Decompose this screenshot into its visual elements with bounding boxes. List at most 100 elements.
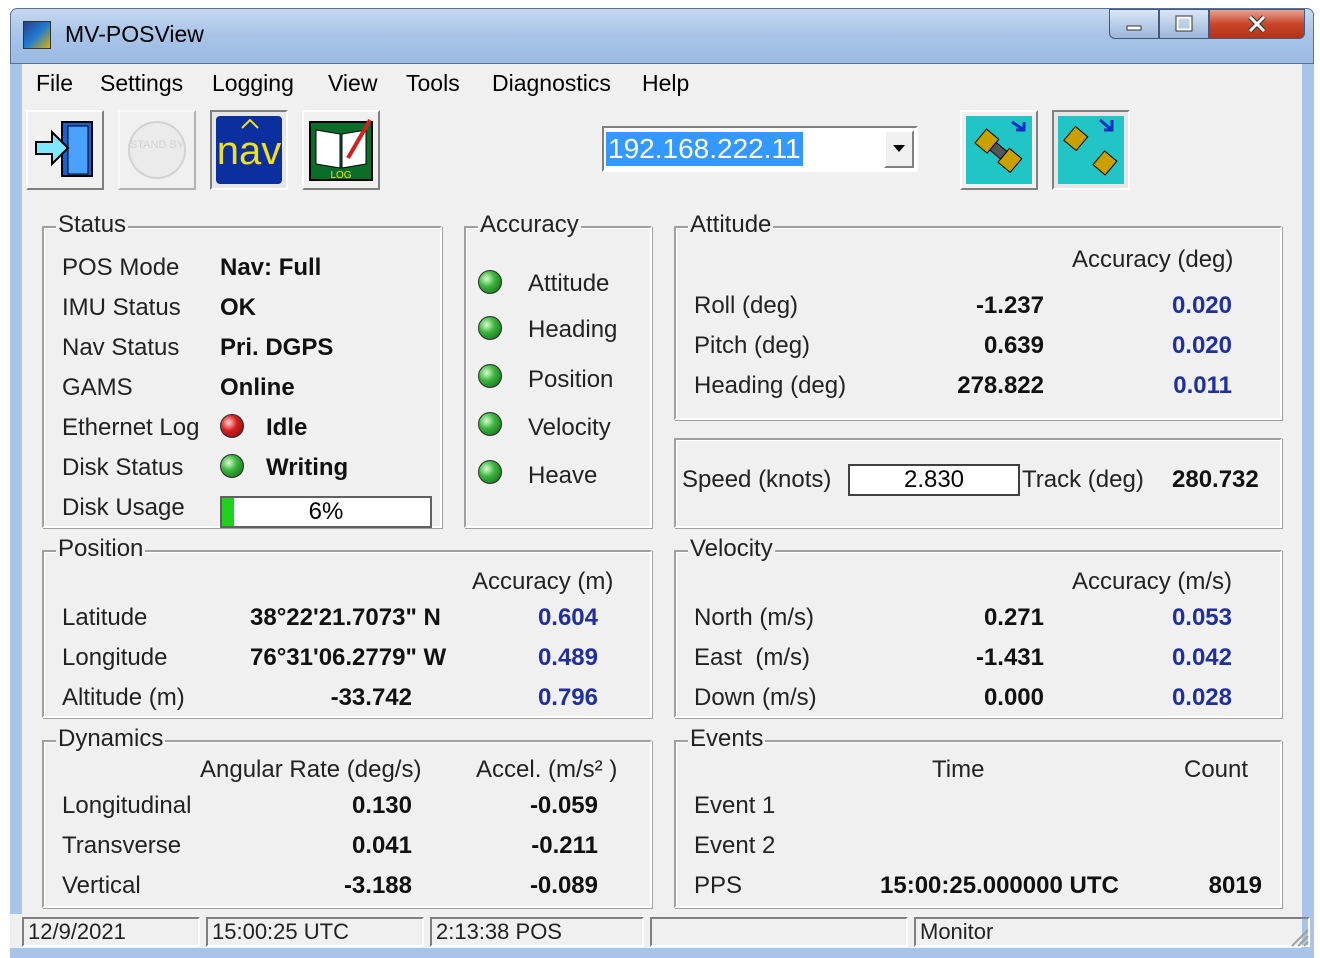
transverse-accel: -0.211 <box>531 832 598 859</box>
north-label: North (m/s) <box>694 604 814 631</box>
longitude-value: 76°31'06.2779" W <box>250 644 447 671</box>
attitude-accuracy-header: Accuracy (deg) <box>1072 246 1234 273</box>
nav-icon: nav <box>216 116 282 184</box>
heading-value: 278.822 <box>957 372 1044 399</box>
pps-count: 8019 <box>1208 872 1262 899</box>
menu-tools[interactable]: Tools <box>406 70 460 97</box>
imu-status-label: IMU Status <box>62 294 181 321</box>
log-label: LOG <box>330 170 351 181</box>
accuracy-title: Accuracy <box>478 211 581 239</box>
east-accuracy: 0.042 <box>1171 644 1232 671</box>
accuracy-position-label: Position <box>528 366 614 393</box>
gams-label: GAMS <box>62 374 133 401</box>
roll-label: Roll (deg) <box>694 292 799 319</box>
longitude-label: Longitude <box>62 644 168 671</box>
close-icon <box>1248 15 1266 33</box>
velocity-title: Velocity <box>688 535 775 563</box>
status-bar: 12/9/2021 15:00:25 UTC 2:13:38 POS Monit… <box>10 914 1310 948</box>
minimize-icon <box>1126 25 1142 31</box>
position-accuracy-header: Accuracy (m) <box>472 568 614 595</box>
event2-label: Event 2 <box>694 832 776 859</box>
speed-value: 2.830 <box>848 464 1020 496</box>
close-button[interactable] <box>1209 9 1305 39</box>
title-bar[interactable]: MV-POSView <box>10 8 1314 64</box>
down-accuracy: 0.028 <box>1171 684 1232 711</box>
dropdown-button[interactable] <box>884 130 914 168</box>
position-title: Position <box>56 535 146 563</box>
longitudinal-rate: 0.130 <box>351 792 412 819</box>
window-frame: File Settings Logging View Tools Diagnos… <box>10 64 1314 958</box>
menu-file[interactable]: File <box>36 70 73 97</box>
ip-address-combo[interactable]: 192.168.222.11 <box>602 126 918 172</box>
longitude-accuracy: 0.489 <box>537 644 598 671</box>
nav-status-value: Pri. DGPS <box>220 334 334 361</box>
accel-header: Accel. (m/s² ) <box>476 756 618 783</box>
vertical-label: Vertical <box>62 872 141 899</box>
exit-button[interactable] <box>26 110 104 190</box>
ethernet-log-value: Idle <box>266 414 308 441</box>
standby-icon: STAND BY <box>128 121 186 179</box>
ethernet-log-label: Ethernet Log <box>62 414 200 441</box>
pos-mode-label: POS Mode <box>62 254 180 281</box>
pitch-label: Pitch (deg) <box>694 332 811 359</box>
disk-status-led-icon <box>220 454 244 478</box>
menu-view[interactable]: View <box>328 70 377 97</box>
menu-help[interactable]: Help <box>642 70 689 97</box>
vertical-rate: -3.188 <box>343 872 412 899</box>
app-window: MV-POSView File Settings Logging View To… <box>10 8 1314 958</box>
pps-time: 15:00:25.000000 UTC <box>880 872 1119 899</box>
heading-label: Heading (deg) <box>694 372 847 399</box>
maximize-button[interactable] <box>1159 9 1209 39</box>
log-button[interactable]: LOG <box>302 110 380 190</box>
menu-logging[interactable]: Logging <box>212 70 294 97</box>
east-label: East (m/s) <box>694 644 811 671</box>
menu-bar: File Settings Logging View Tools Diagnos… <box>22 64 1302 102</box>
events-count-header: Count <box>1184 756 1249 783</box>
menu-settings[interactable]: Settings <box>100 70 183 97</box>
pos-mode-value: Nav: Full <box>220 254 322 281</box>
attitude-led-icon <box>478 270 502 294</box>
events-time-header: Time <box>932 756 985 783</box>
status-pos-time: 2:13:38 POS <box>430 917 644 947</box>
nav-button[interactable]: nav <box>210 110 288 190</box>
down-label: Down (m/s) <box>694 684 817 711</box>
accuracy-heading-label: Heading <box>528 316 618 343</box>
angular-rate-header: Angular Rate (deg/s) <box>200 756 422 783</box>
accuracy-heave-label: Heave <box>528 462 598 489</box>
north-value: 0.271 <box>983 604 1044 631</box>
window-title: MV-POSView <box>65 21 204 47</box>
connect-icon <box>966 116 1032 184</box>
altitude-value: -33.742 <box>330 684 412 711</box>
velocity-group: Velocity Accuracy (m/s) North (m/s) 0.27… <box>674 535 1282 718</box>
standby-button[interactable]: STAND BY <box>118 110 196 190</box>
event1-label: Event 1 <box>694 792 776 819</box>
ip-address-value[interactable]: 192.168.222.11 <box>606 132 803 166</box>
latitude-accuracy: 0.604 <box>537 604 598 631</box>
velocity-accuracy-header: Accuracy (m/s) <box>1072 568 1233 595</box>
latitude-value: 38°22'21.7073" N <box>250 604 441 631</box>
menu-diagnostics[interactable]: Diagnostics <box>492 70 611 97</box>
pitch-accuracy: 0.020 <box>1171 332 1232 359</box>
speed-group: Speed (knots) 2.830 Track (deg) 280.732 <box>674 438 1282 528</box>
standby-label: STAND BY <box>130 139 185 151</box>
vertical-accel: -0.089 <box>529 872 598 899</box>
minimize-button[interactable] <box>1109 9 1159 39</box>
disk-usage-text: 6% <box>308 498 344 525</box>
status-empty-panel <box>650 917 908 947</box>
status-mode: Monitor <box>914 917 1310 947</box>
resize-grip-icon[interactable] <box>1288 926 1310 948</box>
status-group: Status POS Mode Nav: Full IMU Status OK … <box>42 211 442 528</box>
status-date: 12/9/2021 <box>22 917 200 947</box>
events-title: Events <box>688 725 766 753</box>
log-icon: LOG <box>309 118 373 181</box>
position-led-icon <box>478 364 502 388</box>
disk-status-label: Disk Status <box>62 454 184 481</box>
track-label: Track (deg) <box>1022 466 1144 493</box>
altitude-accuracy: 0.796 <box>537 684 598 711</box>
dynamics-title: Dynamics <box>56 725 166 753</box>
client-area: File Settings Logging View Tools Diagnos… <box>22 64 1302 944</box>
disconnect-button[interactable] <box>1052 110 1130 190</box>
connect-button[interactable] <box>960 110 1038 190</box>
heave-led-icon <box>478 460 502 484</box>
status-utc-time: 15:00:25 UTC <box>206 917 424 947</box>
